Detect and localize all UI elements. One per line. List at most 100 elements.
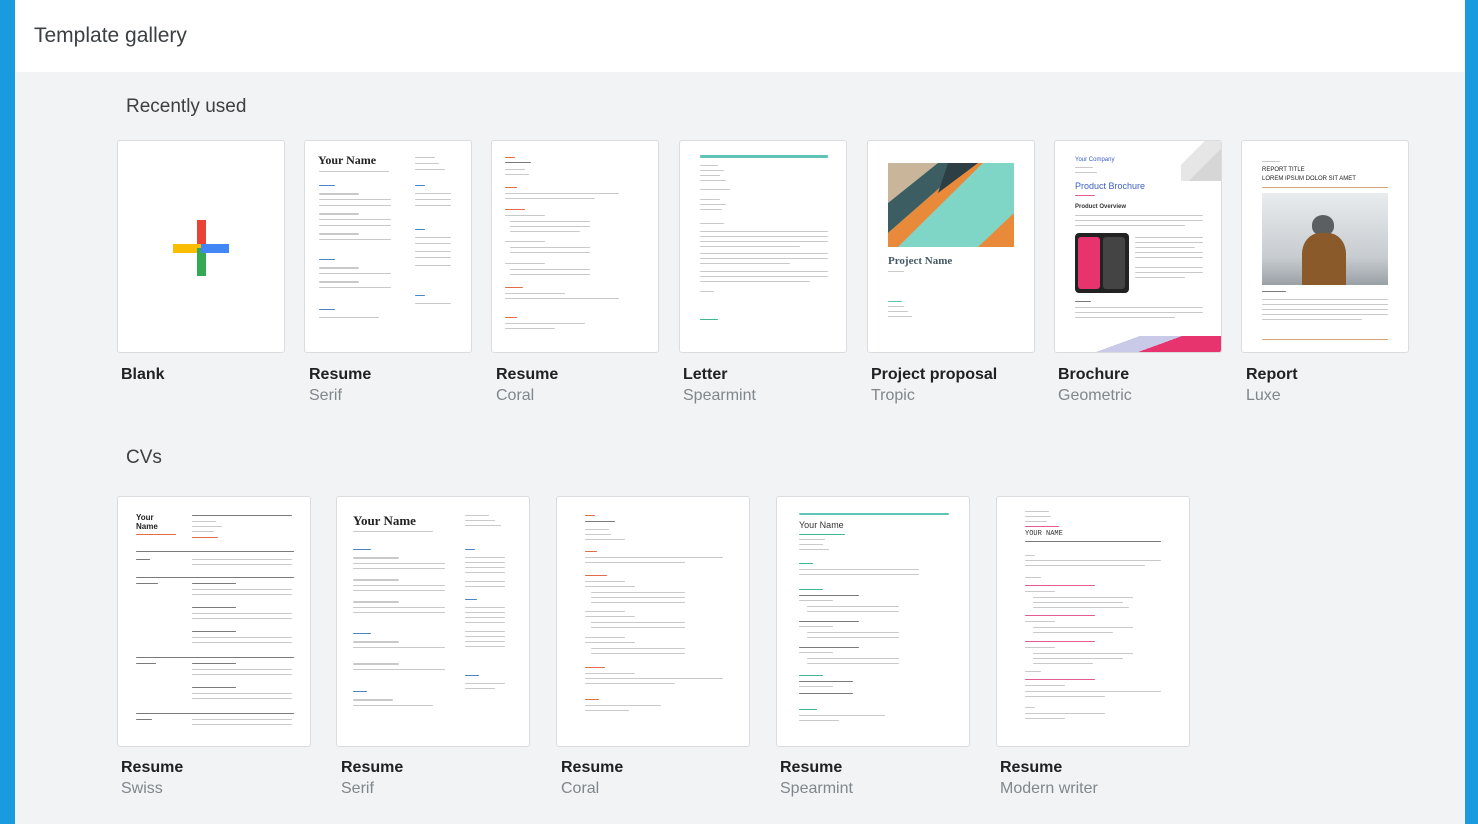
thumb-text-line: [319, 281, 359, 283]
template-style: Coral: [561, 780, 600, 797]
report-cover-photo: [1262, 193, 1388, 285]
thumb-text-line: [465, 549, 475, 550]
thumb-text-line: [799, 715, 885, 716]
thumb-text-line: [1075, 220, 1203, 221]
thumb-text-line: [353, 612, 445, 613]
thumb-text-line: [700, 246, 800, 247]
thumb-text-line: [1033, 627, 1133, 628]
thumb-text-line: [700, 281, 810, 282]
thumb-text-line: [192, 698, 292, 699]
thumb-text-line: [415, 251, 451, 252]
thumb-text-line: [465, 641, 505, 642]
thumb-text-line: [1025, 541, 1161, 542]
thumb-text-line: [510, 221, 590, 222]
thumb-text-line: [319, 309, 335, 310]
template-card-cv-resume-coral[interactable]: [556, 496, 750, 747]
thumb-text-line: [700, 241, 828, 242]
thumb-text-line: [591, 622, 685, 623]
thumb-text-line: [585, 705, 661, 706]
thumb-text-line: [192, 526, 222, 527]
template-card-blank[interactable]: [117, 140, 285, 353]
thumb-text-line: [1025, 679, 1095, 680]
thumb-text-line: [465, 567, 505, 568]
thumb-text-line: [807, 658, 899, 659]
template-card-cv-resume-modern-writer[interactable]: YOUR NAME: [996, 496, 1190, 747]
thumb-text-line: [353, 663, 399, 665]
thumb-text-line: [1025, 577, 1041, 578]
thumb-text-line: [799, 595, 859, 596]
thumb-text-line: [353, 699, 393, 701]
template-card-cv-resume-spearmint[interactable]: Your Name: [776, 496, 970, 747]
thumb-text-line: [465, 675, 479, 676]
thumb-text-line: [319, 205, 391, 206]
thumb-text-line: [415, 199, 451, 200]
template-card-resume-swiss[interactable]: Your Name: [117, 496, 311, 747]
thumb-text-line: [807, 611, 899, 612]
thumb-text-line: [415, 303, 451, 304]
thumb-text-line: [1025, 647, 1055, 648]
template-style: Geometric: [1058, 387, 1132, 404]
thumb-text-line: [192, 607, 236, 608]
thumb-text-line: [192, 531, 214, 532]
thumb-text-line: [1262, 319, 1362, 320]
thumb-text-line: [192, 687, 236, 688]
thumb-text-line: [1262, 161, 1280, 162]
thumb-text-line: [1025, 707, 1035, 708]
thumb-text-line: [799, 569, 919, 570]
thumb-text-line: [1033, 658, 1123, 659]
thumb-text-line: [353, 531, 433, 532]
thumb-text-line: [353, 579, 399, 581]
thumb-text-line: [505, 169, 525, 170]
thumb-text-line: [415, 229, 425, 230]
thumb-text-line: [465, 581, 505, 582]
template-style: Luxe: [1246, 387, 1281, 404]
thumb-text-line: [319, 267, 359, 269]
thumb-text-line: [591, 597, 685, 598]
template-card-report-luxe[interactable]: REPORT TITLE LOREM IPSUM DOLOR SIT AMET: [1241, 140, 1409, 353]
thumb-text-line: [319, 199, 391, 200]
header-bar: Template gallery: [15, 0, 1465, 72]
template-card-cv-resume-serif[interactable]: Your Name: [336, 496, 530, 747]
thumb-text-line: [192, 663, 236, 664]
thumb-subtitle: LOREM IPSUM DOLOR SIT AMET: [1262, 176, 1356, 182]
template-name: Resume: [309, 366, 372, 383]
thumb-text-line: [136, 559, 150, 560]
thumb-text-line: [1135, 272, 1203, 273]
template-card-brochure-geometric[interactable]: Your Company Product Brochure Product Ov…: [1054, 140, 1222, 353]
thumb-text-line: [1135, 277, 1185, 278]
thumb-text-line: [700, 258, 828, 259]
thumb-text-line: [591, 602, 685, 603]
template-card-letter-spearmint[interactable]: [679, 140, 847, 353]
thumb-text-line: [510, 274, 590, 275]
thumb-text-line: [505, 198, 595, 199]
thumb-text-line: [319, 239, 391, 240]
template-card-resume-serif[interactable]: Your Name: [304, 140, 472, 353]
thumb-text-line: [1262, 339, 1388, 340]
thumb-text-line: [888, 311, 908, 312]
thumb-text-line: [465, 636, 505, 637]
thumb-text-line: [505, 298, 619, 299]
template-name: Resume: [341, 759, 404, 776]
thumb-text-line: [192, 693, 292, 694]
thumb-text-line: [465, 607, 505, 608]
template-name: Resume: [121, 759, 184, 776]
thumb-text-line: [700, 180, 726, 181]
thumb-text-line: [1025, 713, 1105, 714]
thumb-text-line: [888, 301, 902, 302]
thumb-text-line: [319, 193, 359, 195]
thumb-text-line: [510, 252, 590, 253]
thumb-text-line: [1075, 307, 1203, 308]
template-style: Serif: [341, 780, 374, 797]
thumb-text-line: [1025, 555, 1035, 556]
template-card-project-proposal-tropic[interactable]: Project Name: [867, 140, 1035, 353]
thumb-text-line: [1025, 591, 1055, 592]
thumb-text-line: [585, 551, 597, 552]
template-style: Coral: [496, 387, 535, 404]
thumb-text-line: [700, 231, 828, 232]
thumb-text-line: [1135, 237, 1203, 238]
template-style: Spearmint: [780, 780, 853, 797]
template-card-resume-coral[interactable]: [491, 140, 659, 353]
thumb-text-line: [799, 513, 949, 515]
template-name: Report: [1246, 366, 1298, 383]
thumb-text-line: [319, 273, 391, 274]
